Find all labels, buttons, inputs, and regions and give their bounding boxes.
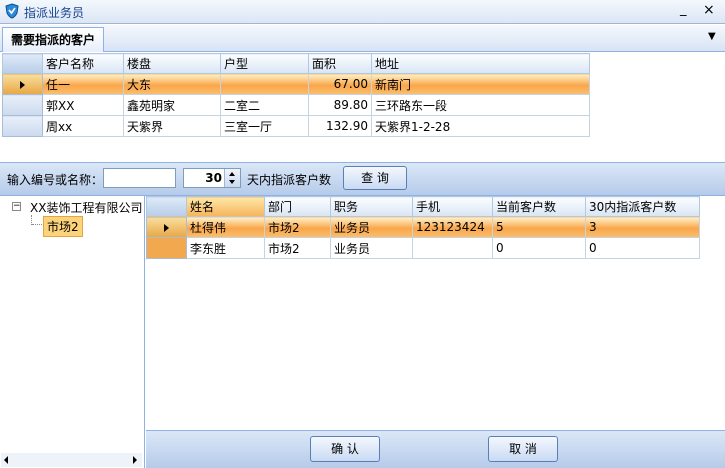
tab-strip: 需要指派的客户 — [0, 25, 725, 52]
column-header-current-customers[interactable]: 当前客户数 — [492, 196, 586, 217]
column-header-department[interactable]: 部门 — [264, 196, 331, 217]
confirm-button[interactable]: 确 认 — [310, 436, 380, 462]
cell-layout[interactable]: 二室二 — [220, 94, 309, 116]
table-row[interactable]: 李东胜 市场2 业务员 0 0 — [146, 237, 700, 259]
collapse-toggle-icon[interactable]: − — [12, 202, 21, 211]
cell-estate[interactable]: 鑫苑明家 — [123, 94, 221, 116]
column-header-assigned-30-days[interactable]: 30内指派客户数 — [585, 196, 700, 217]
stepper-buttons[interactable] — [224, 169, 240, 187]
column-header-position[interactable]: 职务 — [330, 196, 413, 217]
cancel-button[interactable]: 取 消 — [488, 436, 558, 462]
stepper-up-icon[interactable] — [229, 172, 235, 176]
cell-customer-name[interactable]: 郭XX — [42, 94, 124, 116]
cell-assigned-30-days[interactable]: 0 — [585, 237, 700, 259]
tree-horizontal-scrollbar[interactable] — [1, 453, 142, 467]
stepper-down-icon[interactable] — [229, 180, 235, 184]
table-row[interactable]: 周xx 天紫界 三室一厅 132.90 天紫界1-2-28 — [2, 115, 590, 137]
tree-connector — [32, 224, 42, 225]
query-button[interactable]: 查 询 — [343, 166, 407, 190]
cell-phone[interactable]: 123123424 — [412, 216, 493, 238]
column-header-area[interactable]: 面积 — [308, 53, 372, 74]
column-header-name[interactable]: 姓名 — [186, 196, 265, 217]
row-selector[interactable] — [2, 73, 43, 95]
cell-address[interactable]: 新南门 — [371, 73, 590, 95]
cell-area[interactable]: 132.90 — [308, 115, 372, 137]
customer-grid-header: 客户名称 楼盘 户型 面积 地址 — [2, 53, 590, 74]
days-stepper[interactable]: 30 — [183, 168, 241, 188]
staff-grid-header: 姓名 部门 职务 手机 当前客户数 30内指派客户数 — [146, 196, 700, 217]
cell-estate[interactable]: 天紫界 — [123, 115, 221, 137]
column-header-address[interactable]: 地址 — [371, 53, 590, 74]
tab-dropdown-icon[interactable]: ▼ — [708, 31, 716, 42]
tree-node-market2[interactable]: 市场2 — [43, 216, 83, 237]
search-bar: 输入编号或名称： 30 天内指派客户数 查 询 — [0, 162, 725, 196]
days-label: 天内指派客户数 — [247, 173, 332, 187]
cell-current-customers[interactable]: 0 — [492, 237, 586, 259]
cell-current-customers[interactable]: 5 — [492, 216, 586, 238]
table-row[interactable]: 郭XX 鑫苑明家 二室二 89.80 三环路东一段 — [2, 94, 590, 116]
cell-name[interactable]: 李东胜 — [186, 237, 265, 259]
close-button[interactable]: × — [703, 2, 715, 18]
current-row-arrow-icon — [20, 80, 25, 89]
column-header-estate[interactable]: 楼盘 — [123, 53, 221, 74]
app-shield-icon — [5, 3, 19, 19]
cell-position[interactable]: 业务员 — [330, 216, 413, 238]
grid-corner[interactable] — [2, 53, 43, 74]
column-header-phone[interactable]: 手机 — [412, 196, 493, 217]
grid-corner[interactable] — [146, 196, 187, 217]
cell-position[interactable]: 业务员 — [330, 237, 413, 259]
cell-customer-name[interactable]: 任一 — [42, 73, 124, 95]
search-label: 输入编号或名称： — [7, 173, 104, 187]
table-row[interactable]: 杜得伟 市场2 业务员 123123424 5 3 — [146, 216, 700, 238]
cell-name[interactable]: 杜得伟 — [186, 216, 265, 238]
cell-customer-name[interactable]: 周xx — [42, 115, 124, 137]
cell-address[interactable]: 三环路东一段 — [371, 94, 590, 116]
staff-grid: 姓名 部门 职务 手机 当前客户数 30内指派客户数 杜得伟 市场2 业务员 1… — [146, 196, 700, 259]
scroll-right-arrow-icon[interactable] — [133, 456, 137, 464]
org-tree: − XX装饰工程有限公司 市场2 — [0, 196, 145, 468]
row-selector[interactable] — [2, 94, 43, 116]
title-bar: 指派业务员 _ × — [0, 0, 725, 24]
row-selector[interactable] — [146, 237, 187, 259]
cell-layout[interactable]: 三室一厅 — [220, 115, 309, 137]
column-header-layout[interactable]: 户型 — [220, 53, 309, 74]
days-value[interactable]: 30 — [205, 171, 222, 185]
search-input[interactable] — [103, 168, 176, 188]
minimize-button[interactable]: _ — [680, 2, 687, 17]
row-selector[interactable] — [146, 216, 187, 238]
cell-area[interactable]: 89.80 — [308, 94, 372, 116]
cell-estate[interactable]: 大东 — [123, 73, 221, 95]
current-row-arrow-icon — [164, 223, 169, 232]
cell-department[interactable]: 市场2 — [264, 237, 331, 259]
scroll-left-arrow-icon[interactable] — [4, 456, 8, 464]
cell-area[interactable]: 67.00 — [308, 73, 372, 95]
cell-assigned-30-days[interactable]: 3 — [585, 216, 700, 238]
customer-grid: 客户名称 楼盘 户型 面积 地址 任一 大东 67.00 新南门 郭XX 鑫苑明… — [2, 53, 590, 137]
tab-customers-to-assign[interactable]: 需要指派的客户 — [2, 27, 105, 52]
row-selector[interactable] — [2, 115, 43, 137]
tree-node-root[interactable]: XX装饰工程有限公司 — [30, 199, 142, 216]
cell-phone[interactable] — [412, 237, 493, 259]
cell-department[interactable]: 市场2 — [264, 216, 331, 238]
table-row[interactable]: 任一 大东 67.00 新南门 — [2, 73, 590, 95]
column-header-customer-name[interactable]: 客户名称 — [42, 53, 124, 74]
dialog-footer: 确 认 取 消 — [146, 430, 725, 468]
window-title: 指派业务员 — [24, 6, 85, 20]
cell-address[interactable]: 天紫界1-2-28 — [371, 115, 590, 137]
cell-layout[interactable] — [220, 73, 309, 95]
